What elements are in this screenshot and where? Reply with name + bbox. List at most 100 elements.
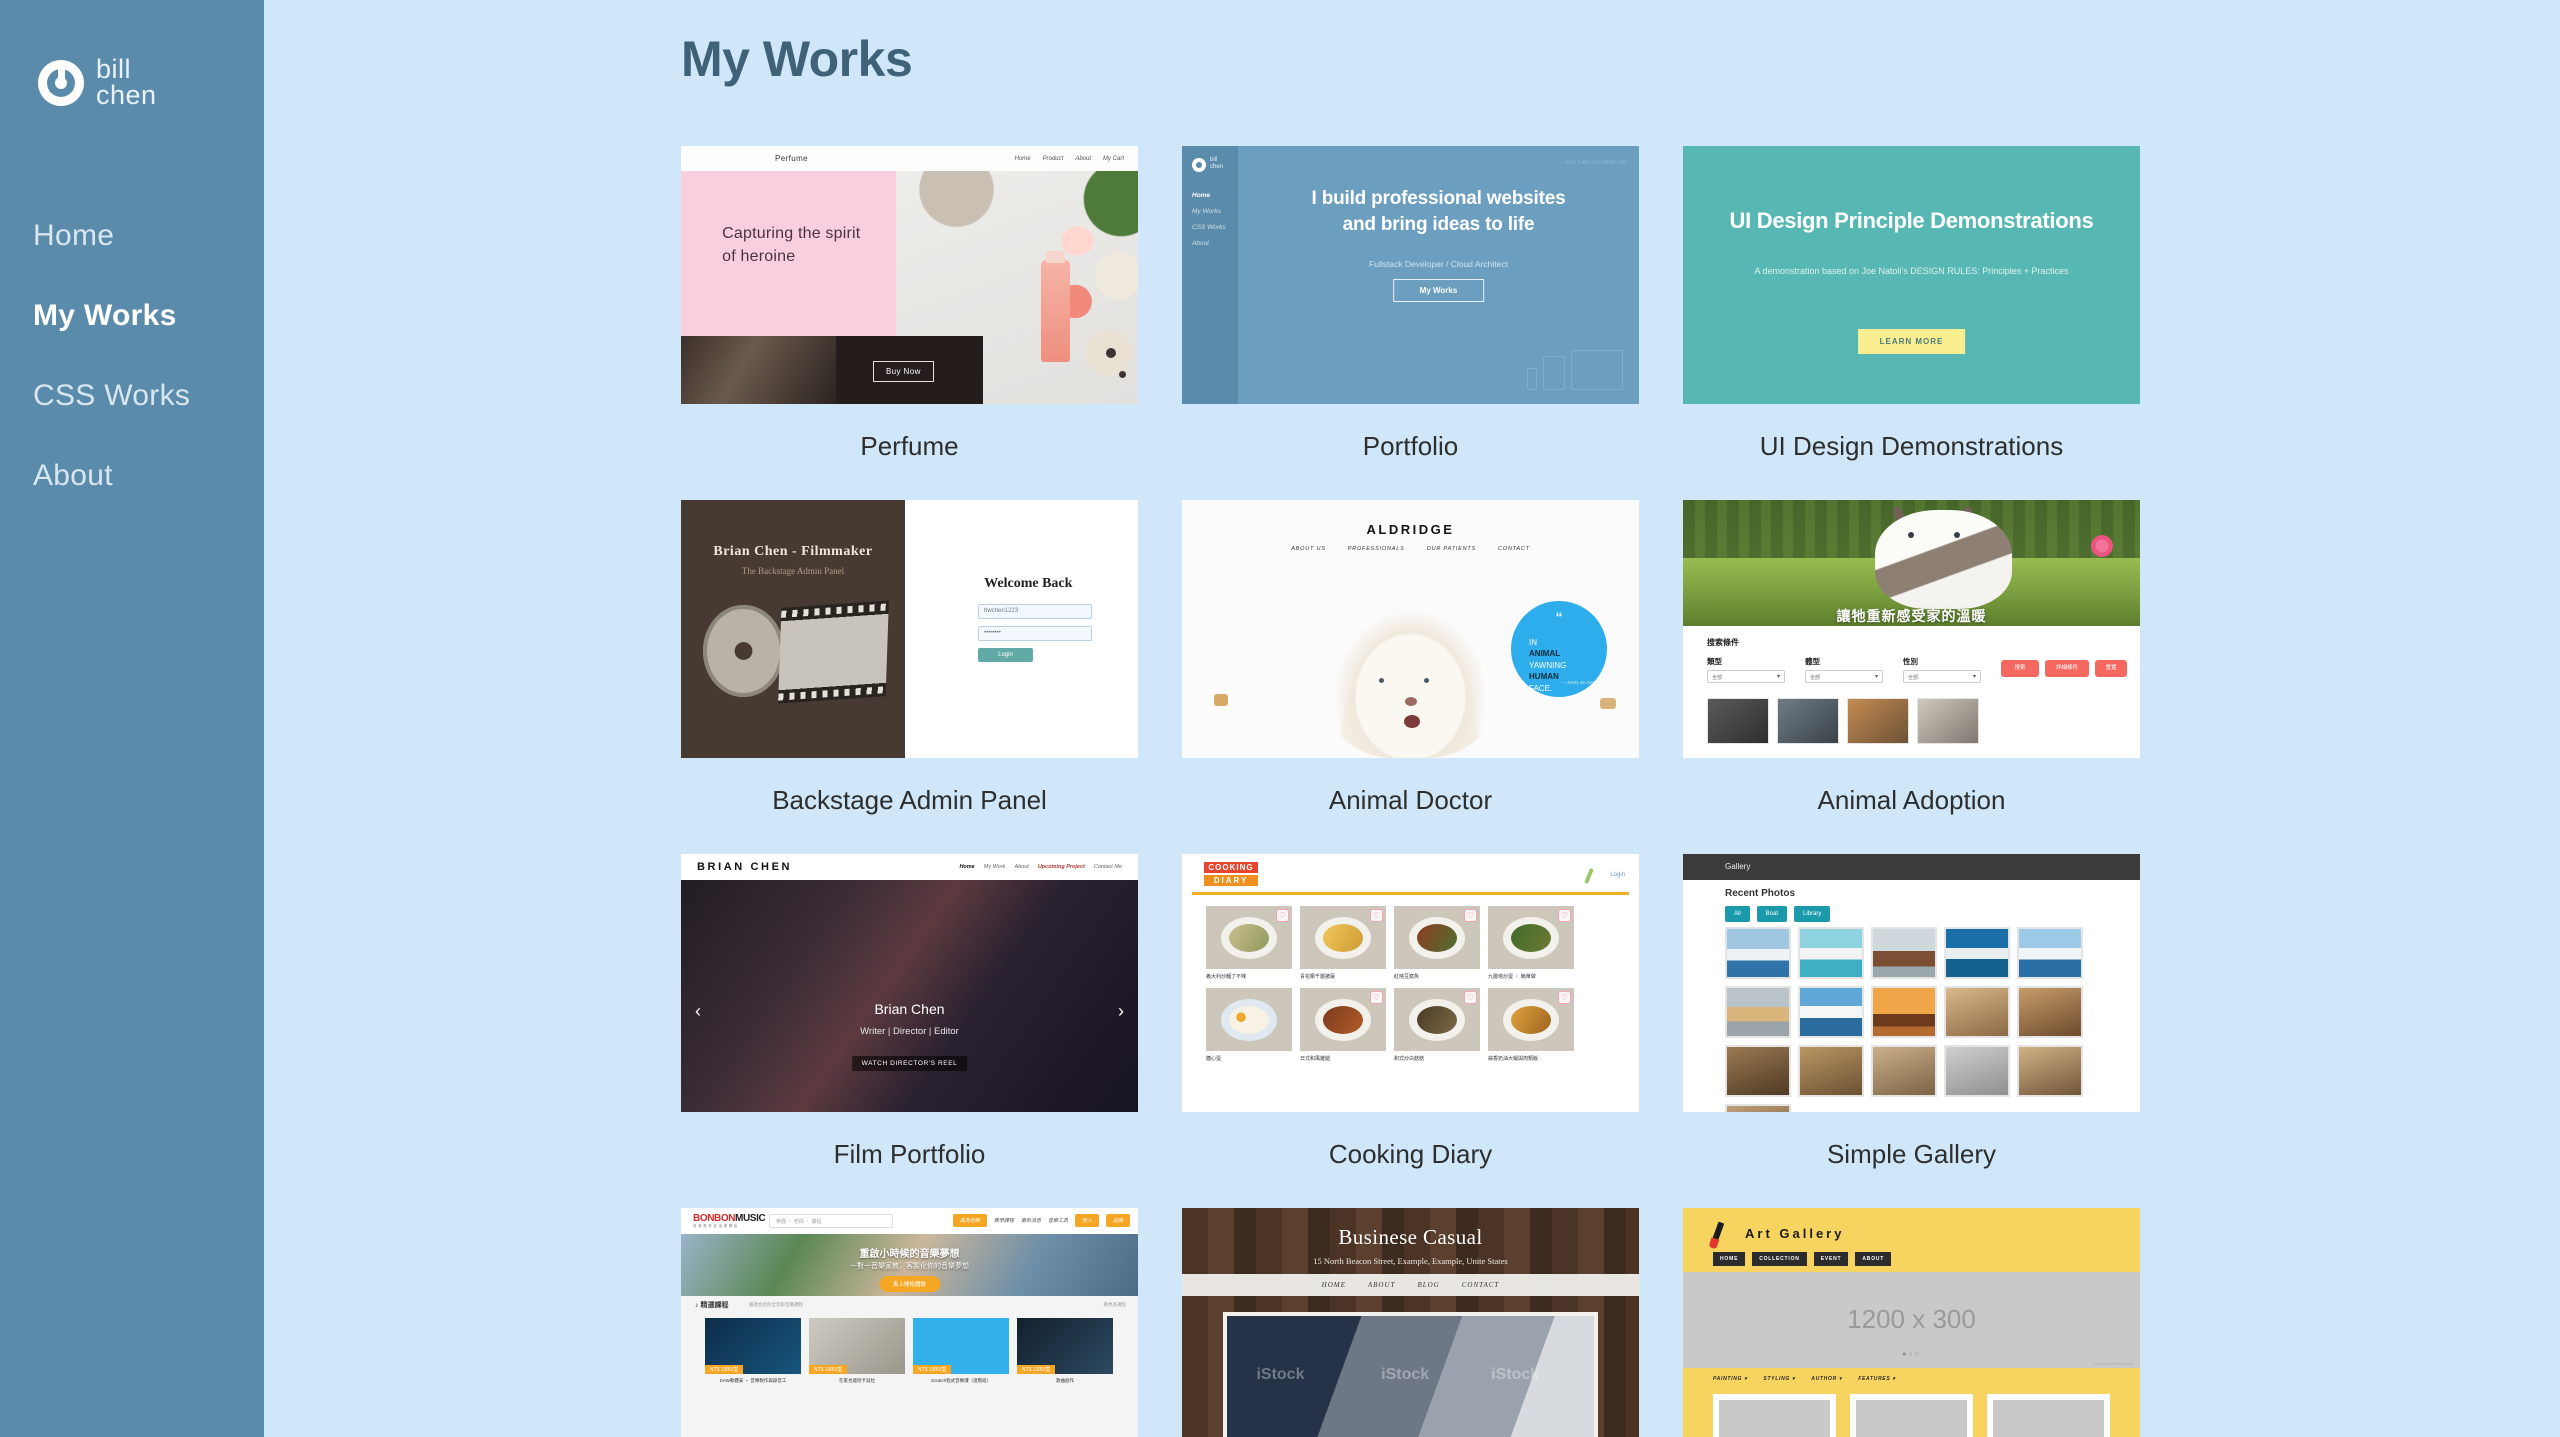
- course-name: Scratch程式音樂課（進階班）: [930, 1378, 992, 1383]
- gallery-photo: [1944, 986, 2010, 1038]
- sidebar-item-about[interactable]: About: [0, 436, 264, 516]
- bonbon-nav-tools: 音樂工具: [1047, 1218, 1068, 1224]
- dish-cell: 糖心蛋: [1206, 988, 1292, 1062]
- sidebar-item-home[interactable]: Home: [0, 196, 264, 276]
- page-title: My Works: [681, 31, 913, 87]
- adoption-reset-button: 重置: [2095, 660, 2127, 678]
- gallery-photo: [1944, 1045, 2010, 1097]
- work-card-backstage[interactable]: Brian Chen - Filmmaker The Backstage Adm…: [681, 500, 1138, 854]
- gallery-photo: [1725, 1045, 1791, 1097]
- work-card-bonbon-music[interactable]: BONBONMUSIC 音樂教育從這裡開始 樂器 ‧ 老師 ‧ 課程 成為老師 …: [681, 1208, 1138, 1437]
- work-title-film-portfolio: Film Portfolio: [833, 1139, 986, 1169]
- work-card-business-casual[interactable]: Businese Casual 15 North Beacon Street, …: [1182, 1208, 1639, 1437]
- aldridge-nav-patients: OUR PATIENTS: [1426, 546, 1477, 552]
- chevron-right-icon[interactable]: ›: [1118, 1001, 1124, 1022]
- heart-icon: ♡: [1276, 909, 1289, 922]
- work-thumbnail-bonbon-music[interactable]: BONBONMUSIC 音樂教育從這裡開始 樂器 ‧ 老師 ‧ 課程 成為老師 …: [681, 1208, 1138, 1437]
- adoption-pet-thumb: [1777, 698, 1839, 745]
- work-title-cooking-diary: Cooking Diary: [1328, 1139, 1493, 1169]
- work-thumbnail-portfolio[interactable]: bill chen Home My Works CSS Works About …: [1182, 146, 1639, 404]
- sidebar-item-my-works[interactable]: My Works: [0, 276, 264, 356]
- work-thumbnail-business-casual[interactable]: Businese Casual 15 North Beacon Street, …: [1182, 1208, 1639, 1437]
- gallery-photo: [1798, 1045, 1864, 1097]
- perfume-nav: Home Product About My Cart: [1015, 156, 1124, 162]
- work-thumbnail-backstage[interactable]: Brian Chen - Filmmaker The Backstage Adm…: [681, 500, 1138, 758]
- work-title-ui-design: UI Design Demonstrations: [1759, 431, 2064, 461]
- work-thumbnail-art-gallery[interactable]: Art Gallery HOME COLLECTION EVENT ABOUT …: [1683, 1208, 2140, 1437]
- art-tiles: [1713, 1394, 2110, 1437]
- work-card-film-portfolio[interactable]: BRIAN CHEN Home My Work About Upcoming P…: [681, 854, 1138, 1208]
- work-card-animal-doctor[interactable]: ALDRIDGE ABOUT US PROFESSIONALS OUR PATI…: [1182, 500, 1639, 854]
- ui-design-headline: UI Design Principle Demonstrations: [1729, 208, 2094, 233]
- carousel-dots: ●○○: [1902, 1351, 1921, 1358]
- work-card-animal-adoption[interactable]: 讓牠重新感受家的溫暖 搜索條件 類型 體型 性別 全部 全部 全部 搜索 詳細條…: [1683, 500, 2140, 854]
- works-grid: Perfume Home Product About My Cart Captu…: [681, 146, 2140, 1437]
- quote-text: IN ANIMAL YAWNING HUMAN FACE.: [1529, 637, 1566, 695]
- work-thumbnail-simple-gallery[interactable]: Gallery Recent Photos All Boat Library: [1683, 854, 2140, 1112]
- brand-logo[interactable]: bill chen: [0, 48, 264, 118]
- sidebar: bill chen Home My Works CSS Works About: [0, 0, 264, 1437]
- brand-logo-text: bill chen: [96, 54, 157, 110]
- work-title-perfume: Perfume: [860, 431, 959, 461]
- work-card-perfume[interactable]: Perfume Home Product About My Cart Captu…: [681, 146, 1138, 500]
- art-submenu: PAINTING ▾ STYLING ▾ AUTHOR ▾ FEATURES ▾: [1713, 1376, 1896, 1382]
- pen-icon: [1584, 867, 1594, 885]
- work-title-portfolio: Portfolio: [1362, 431, 1459, 461]
- work-thumbnail-film-portfolio[interactable]: BRIAN CHEN Home My Work About Upcoming P…: [681, 854, 1138, 1112]
- course-card: NT$ 1000/堂 在家也能阿卡貝拉: [809, 1318, 905, 1384]
- quote-circle: “ IN ANIMAL YAWNING HUMAN FACE. — KARL K…: [1511, 600, 1608, 697]
- adoption-filter-label-type: 類型: [1707, 657, 1722, 667]
- aldridge-nav-about: ABOUT US: [1291, 546, 1326, 552]
- cat-left-photo: [1213, 694, 1228, 707]
- business-brand: Businese Casual: [1338, 1225, 1483, 1249]
- gallery-photo: [1725, 927, 1791, 979]
- bonbon-nav: 成為老師 教學課程 最新消息 音樂工具 登入 註冊: [952, 1214, 1130, 1227]
- work-thumbnail-animal-doctor[interactable]: ALDRIDGE ABOUT US PROFESSIONALS OUR PATI…: [1182, 500, 1639, 758]
- work-card-cooking-diary[interactable]: COOKING DIARY Login ♡ 義大利炒麵了不辣 ♡ 青花椰千層披薩 ♡…: [1182, 854, 1639, 1208]
- portfolio-monitor-outline: [1571, 350, 1623, 390]
- work-thumbnail-cooking-diary[interactable]: COOKING DIARY Login ♡ 義大利炒麵了不辣 ♡ 青花椰千層披薩 ♡…: [1182, 854, 1639, 1112]
- film-nav-my-work: My Work: [983, 864, 1006, 870]
- art-submenu-styling: STYLING ▾: [1763, 1376, 1796, 1382]
- perfume-headline: Capturing the spirit of heroine: [722, 225, 861, 266]
- dish-caption: 九層塔炒蛋 ‧ 簡單做: [1488, 974, 1536, 980]
- portfolio-top-right-text: who I am and what I do: [1564, 160, 1627, 166]
- business-address: 15 North Beacon Street, Example, Example…: [1313, 1256, 1508, 1266]
- gallery-photo: [2017, 1045, 2083, 1097]
- perfume-topbar: Perfume Home Product About My Cart: [681, 146, 1138, 171]
- work-card-simple-gallery[interactable]: Gallery Recent Photos All Boat Library S…: [1683, 854, 2140, 1208]
- film-hero-photo: Brian Chen Writer | Director | Editor WA…: [681, 880, 1138, 1112]
- art-submenu-author: AUTHOR ▾: [1811, 1376, 1843, 1382]
- sidebar-item-css-works[interactable]: CSS Works: [0, 356, 264, 436]
- cat-right-photo: [1600, 697, 1617, 709]
- work-card-art-gallery[interactable]: Art Gallery HOME COLLECTION EVENT ABOUT …: [1683, 1208, 2140, 1437]
- quote-line-1: IN: [1529, 637, 1538, 647]
- gallery-filter-group: All Boat Library: [1725, 906, 1831, 922]
- art-nav-about: ABOUT: [1855, 1252, 1892, 1266]
- dish-cell: ♡ 蒜香奶油大蝦與肉類飯: [1488, 988, 1574, 1062]
- backstage-subtitle: The Backstage Admin Panel: [741, 566, 845, 576]
- work-thumbnail-perfume[interactable]: Perfume Home Product About My Cart Captu…: [681, 146, 1138, 404]
- art-tile: [1987, 1394, 2110, 1437]
- bonbon-search-input: 樂器 ‧ 老師 ‧ 課程: [769, 1214, 893, 1228]
- film-reel-icon: [703, 605, 784, 697]
- heart-icon: ♡: [1558, 991, 1571, 1004]
- film-nav-about: About: [1014, 864, 1029, 870]
- work-card-ui-design[interactable]: UI Design Principle Demonstrations A dem…: [1683, 146, 2140, 500]
- adoption-filter-panel: 搜索條件 類型 體型 性別 全部 全部 全部 搜索 詳細條件 重置: [1683, 626, 2140, 758]
- film-nav-contact: Contact Me: [1093, 864, 1122, 870]
- aldridge-brand: ALDRIDGE: [1366, 522, 1455, 537]
- course-price: NT$ 1200/堂: [1017, 1365, 1056, 1374]
- portfolio-subtitle: Fullstack Developer / Cloud Architect: [1369, 259, 1508, 269]
- work-thumbnail-animal-adoption[interactable]: 讓牠重新感受家的溫暖 搜索條件 類型 體型 性別 全部 全部 全部 搜索 詳細條…: [1683, 500, 2140, 758]
- cooking-login-link: Login: [1610, 872, 1625, 878]
- bonbon-login-button: 登入: [1074, 1214, 1099, 1227]
- work-card-portfolio[interactable]: bill chen Home My Works CSS Works About …: [1182, 146, 1639, 500]
- perfume-nav-cart: My Cart: [1103, 155, 1124, 162]
- business-nav-about: ABOUT: [1367, 1281, 1396, 1289]
- cooking-logo-line2: DIARY: [1204, 875, 1258, 886]
- gallery-photo: [1871, 927, 1937, 979]
- chevron-left-icon[interactable]: ‹: [695, 1001, 701, 1022]
- work-thumbnail-ui-design[interactable]: UI Design Principle Demonstrations A dem…: [1683, 146, 2140, 404]
- film-nav-home: Home: [959, 864, 975, 870]
